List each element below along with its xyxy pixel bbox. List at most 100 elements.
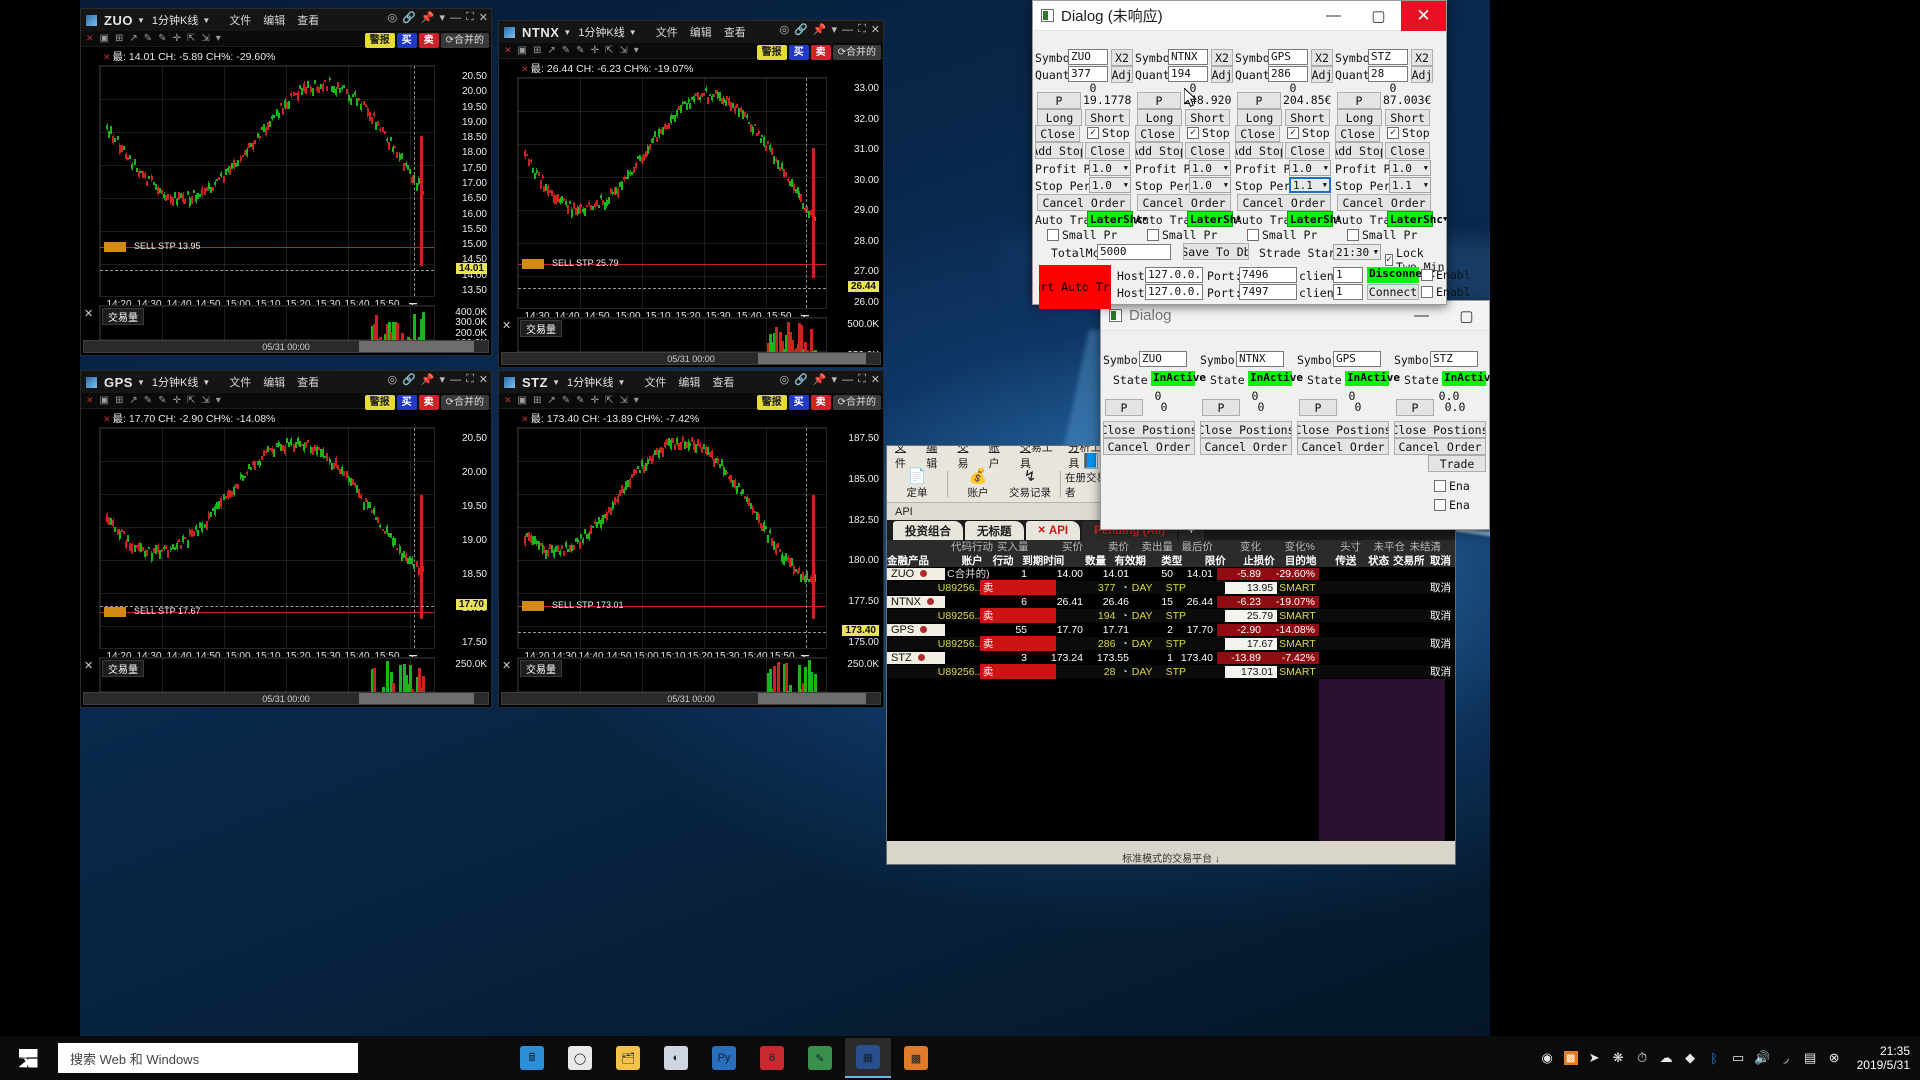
obs-icon[interactable]: ◉ [1540,1050,1555,1066]
minimize-icon[interactable]: — [450,374,461,386]
checkbox-box[interactable] [1421,269,1433,281]
link-icon[interactable]: 🔗 [794,23,808,36]
table-row[interactable]: GPS 55 17.70 17.71 2 17.70 -2.90 -14.08% [887,623,1455,637]
close-icon[interactable]: ✕ [871,23,880,36]
profit-per-select-3[interactable]: 1.0 ▼ [1389,160,1431,176]
clock-icon[interactable]: ⏱ [1635,1050,1650,1066]
buy-tag-button[interactable]: 买 [396,395,417,410]
chart-period-label[interactable]: 1分钟K线 [152,12,198,28]
chart-menu-2[interactable]: 查看 [297,12,319,28]
chart-bottom-scrollbar[interactable]: 05/31 00:00 [501,692,881,705]
chart-titlebar[interactable]: ZUO ▼ 1分钟K线 ▼ 文件 编辑 查看 ◎ 🔗 📌 ▾ — ⛶ ✕ [81,9,491,31]
maximize-icon[interactable]: ⛶ [466,11,474,24]
strade-start-select[interactable]: 21:30 ▼ [1333,244,1381,260]
draw2-icon[interactable]: ✎ [576,395,584,406]
chevron-down-icon[interactable]: ▼ [617,378,625,387]
chart-menu-0[interactable]: 文件 [644,374,666,390]
d2-cancel-order-button-0[interactable]: Cancel Order [1103,438,1195,455]
short-button-1[interactable]: Short [1185,109,1230,126]
checkbox-box[interactable] [1247,229,1259,241]
merge-tag-button[interactable]: ⟳合并的 [440,395,489,410]
taskbar-calculator-app[interactable]: 🖩 [509,1038,555,1078]
crosshair-icon[interactable]: ✛ [591,395,599,406]
dialog1-close-button[interactable]: ✕ [1401,0,1446,31]
error-icon[interactable]: ⊗ [1827,1050,1842,1066]
close-icon[interactable]: ✕ [103,52,111,62]
taskbar-explorer-app[interactable]: 🗂 [605,1038,651,1078]
chart-window-gps[interactable]: GPS ▼ 1分钟K线 ▼ 文件 编辑 查看 ◎ 🔗 📌 ▾ — ⛶ ✕ ✕ ▣ ⊞ ↗ ✎ ✎ ✛ ⇱ ⇲ ▾ 警报买卖 ⟳合并… [80,370,492,708]
dialog2-window-buttons[interactable]: — ▢ [1399,301,1489,331]
close-icon[interactable]: ✕ [479,373,488,386]
dialog1-window-buttons[interactable]: — ▢ ✕ [1311,0,1446,31]
chevron-down-icon[interactable]: ▾ [832,23,838,36]
fib-icon[interactable]: ⇱ [605,45,613,56]
stop-order-handle[interactable] [522,601,544,611]
x2-button-2[interactable]: X2 [1311,49,1333,66]
grid-header-3[interactable]: 到期时间 [1018,553,1069,568]
quant-input-0[interactable]: 377 [1068,66,1108,82]
tws-menu-item-0[interactable]: 文件 [895,446,912,471]
auto-trade-select-3[interactable]: LaterShc ▼ [1387,211,1447,227]
port-input-1[interactable]: 7497 [1239,284,1297,300]
tws-toolbar-order-icon[interactable]: 📄 定单 [891,468,943,500]
start-auto-trade-button[interactable]: Start Auto Trade [1039,265,1111,309]
quant-input-2[interactable]: 286 [1268,66,1308,82]
small-pr-checkbox-1[interactable]: Small Pr [1147,228,1217,242]
d2-p-button-2[interactable]: P [1299,399,1337,416]
close-button2-0[interactable]: Close [1085,142,1130,159]
draw-icon[interactable]: ✎ [562,395,570,406]
buy-tag-button[interactable]: 买 [396,33,417,48]
cancel-order-button-2[interactable]: Cancel Order [1237,194,1331,211]
chevron-down-icon[interactable]: ▼ [202,16,210,25]
d2-ena-checkbox-1[interactable]: Ena [1434,479,1470,493]
table-row[interactable]: STZ 3 173.24 173.55 1 173.40 -13.89 -7.42% [887,651,1455,665]
action-cell[interactable]: 卖 [979,580,1056,595]
tws-menu-item-3[interactable]: 账户 [989,446,1006,471]
host-input-1[interactable]: 127.0.0.1 [1145,284,1203,300]
scrollbar-thumb[interactable] [359,341,474,352]
grid-header-7[interactable]: 限价 [1186,553,1230,568]
tws-menu-item-2[interactable]: 交易 [957,446,974,471]
chart-menu-0[interactable]: 文件 [229,374,251,390]
taskbar-chrome-app[interactable]: ◯ [557,1038,603,1078]
taskbar-tws-app[interactable]: ▦ [845,1038,891,1078]
instrument-cell[interactable]: ZUO [887,567,945,580]
tws-toolbar-account-icon[interactable]: 💰 账户 [952,468,1004,500]
grid-icon[interactable]: ▣ [100,395,109,406]
chart-titlebar[interactable]: STZ ▼ 1分钟K线 ▼ 文件 编辑 查看 ◎ 🔗 📌 ▾ — ⛶ ✕ [499,371,883,393]
short-button-2[interactable]: Short [1285,109,1330,126]
cancel-order-button-3[interactable]: Cancel Order [1337,194,1431,211]
dialog2-titlebar[interactable]: Dialog — ▢ [1101,301,1489,331]
tws-tab-1[interactable]: 无标题 [965,521,1024,540]
alert-tag-button[interactable]: 警报 [756,395,787,410]
checkbox-box[interactable]: ✓ [1187,127,1199,139]
chart-window-buttons[interactable]: ◎ 🔗 📌 ▾ — ⛶ ✕ [780,373,880,386]
chevron-down-icon[interactable]: ▼ [202,378,210,387]
d2-close-positions-button-1[interactable]: Close Postions [1200,421,1292,438]
table-row[interactable]: U89256... 卖 286 ◔ DAY STP 17.67 SMART 取消 [887,636,1455,651]
small-pr-checkbox-3[interactable]: Small Pr [1347,228,1417,242]
draw2-icon[interactable]: ✎ [576,45,584,56]
table-row[interactable]: U89256... 卖 194 ◔ DAY STP 25.79 SMART 取消 [887,608,1455,623]
chevron-down-icon[interactable]: ▾ [440,11,446,24]
tab-close-icon[interactable]: ✕ [1038,525,1046,536]
symbol-input-1[interactable]: NTNX [1168,49,1208,65]
table-row[interactable]: U89256... 卖 28 ◔ DAY STP 173.01 SMART 取消 [887,664,1455,679]
link-icon[interactable]: 🔗 [794,373,808,386]
measure-icon[interactable]: ⇲ [201,33,209,44]
taskbar-clock[interactable]: 21:35 2019/5/31 [1857,1044,1910,1072]
chevron-down-icon[interactable]: ▾ [216,395,221,406]
chevron-down-icon[interactable]: ▼ [137,16,145,25]
grid-header-6[interactable]: 类型 [1150,553,1186,568]
chevron-down-icon[interactable]: ▾ [634,45,639,56]
table-row[interactable]: U89256... 卖 377 ◔ DAY STP 13.95 SMART 取消 [887,580,1455,595]
trendline-icon[interactable]: ↗ [547,395,555,406]
fib-icon[interactable]: ⇱ [605,395,613,406]
cancel-order-button-1[interactable]: Cancel Order [1137,194,1231,211]
buy-tag-button[interactable]: 买 [788,395,809,410]
close-icon[interactable]: ✕ [86,33,94,44]
client-input-0[interactable]: 1 [1333,267,1363,283]
host-input-0[interactable]: 127.0.0.1 [1145,267,1203,283]
grid-header-5[interactable]: 有效期 [1110,553,1150,568]
chevron-down-icon[interactable]: ▾ [832,373,838,386]
